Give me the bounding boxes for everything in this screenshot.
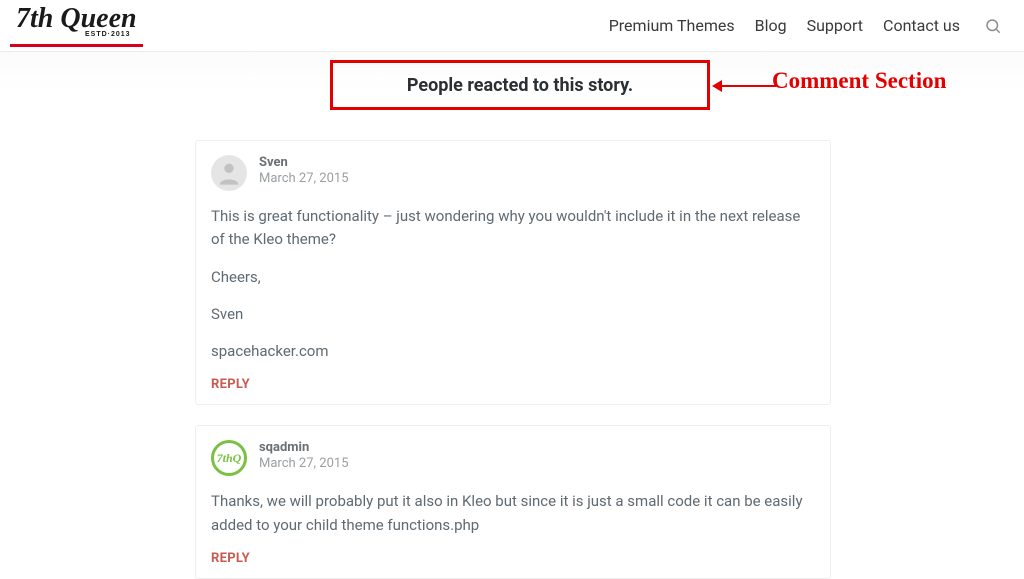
comment-paragraph: Thanks, we will probably put it also in …	[211, 490, 815, 537]
comment-date: March 27, 2015	[259, 456, 349, 471]
nav-contact-us[interactable]: Contact us	[883, 16, 960, 35]
comment-paragraph: spacehacker.com	[211, 340, 815, 363]
search-icon	[984, 17, 1002, 35]
brand-icon: 7thQ	[217, 451, 242, 466]
annotation-label: Comment Section	[772, 68, 946, 94]
comment-body: Thanks, we will probably put it also in …	[211, 490, 815, 537]
header: 7th Queen ESTD·2013 Premium Themes Blog …	[0, 0, 1024, 52]
annotation-box: People reacted to this story.	[330, 60, 710, 110]
avatar: 7thQ	[211, 440, 247, 476]
comment-header: 7thQ sqadmin March 27, 2015	[211, 440, 815, 476]
comment-author: Sven	[259, 155, 349, 170]
reply-button[interactable]: REPLY	[211, 377, 250, 392]
comment-paragraph: Cheers,	[211, 266, 815, 289]
arrow-line	[721, 85, 776, 87]
comment-header: Sven March 27, 2015	[211, 155, 815, 191]
comment-meta: Sven March 27, 2015	[259, 155, 349, 186]
comment-meta: sqadmin March 27, 2015	[259, 440, 349, 471]
avatar	[211, 155, 247, 191]
comment-body: This is great functionality – just wonde…	[211, 205, 815, 363]
comment-paragraph: Sven	[211, 303, 815, 326]
comment-paragraph: This is great functionality – just wonde…	[211, 205, 815, 252]
comments-list: Sven March 27, 2015 This is great functi…	[195, 140, 831, 579]
comment-author: sqadmin	[259, 440, 349, 455]
person-icon	[215, 159, 243, 187]
content-area: People reacted to this story. Comment Se…	[0, 52, 1024, 535]
annotation-arrow	[712, 80, 776, 92]
site-logo[interactable]: 7th Queen ESTD·2013	[10, 5, 143, 47]
comment: Sven March 27, 2015 This is great functi…	[195, 140, 831, 405]
search-button[interactable]	[980, 13, 1006, 39]
nav-premium-themes[interactable]: Premium Themes	[609, 16, 735, 35]
logo-text: 7th Queen	[16, 3, 137, 34]
comment-date: March 27, 2015	[259, 171, 349, 186]
primary-nav: Premium Themes Blog Support Contact us	[609, 13, 1006, 39]
comment: 7thQ sqadmin March 27, 2015 Thanks, we w…	[195, 425, 831, 579]
nav-blog[interactable]: Blog	[755, 16, 787, 35]
reply-button[interactable]: REPLY	[211, 551, 250, 566]
section-title: People reacted to this story.	[407, 75, 633, 96]
nav-support[interactable]: Support	[807, 16, 863, 35]
